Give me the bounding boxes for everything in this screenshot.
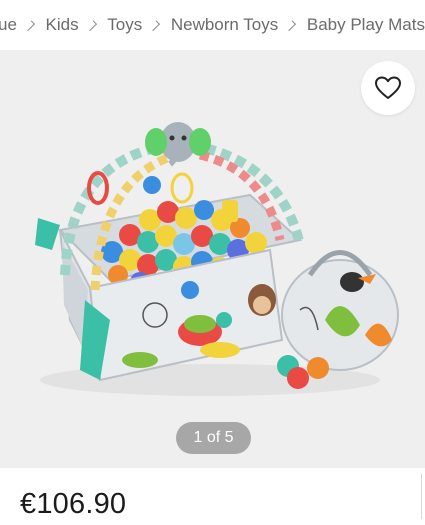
breadcrumb-item-baby-play-mats[interactable]: Baby Play Mats xyxy=(307,15,425,35)
breadcrumb-item-toys[interactable]: Toys xyxy=(107,15,142,35)
price-section: €106.90 xyxy=(0,468,425,525)
breadcrumb: ue Kids Toys Newborn Toys Baby Play Mats xyxy=(0,0,425,50)
breadcrumb-item-store[interactable]: ue xyxy=(0,15,17,35)
breadcrumb-item-kids[interactable]: Kids xyxy=(46,15,79,35)
product-price: €106.90 xyxy=(20,488,127,520)
product-image-gallery[interactable]: 1 of 5 xyxy=(0,50,425,468)
chevron-right-icon xyxy=(24,20,35,31)
product-image[interactable] xyxy=(0,50,425,468)
breadcrumb-item-newborn-toys[interactable]: Newborn Toys xyxy=(171,15,278,35)
chevron-right-icon xyxy=(285,20,297,31)
image-pager: 1 of 5 xyxy=(176,422,251,454)
add-to-wishlist-button[interactable] xyxy=(361,61,415,115)
divider xyxy=(421,474,425,519)
heart-outline-icon xyxy=(375,76,401,99)
chevron-right-icon xyxy=(86,20,97,31)
chevron-right-icon xyxy=(149,20,160,31)
